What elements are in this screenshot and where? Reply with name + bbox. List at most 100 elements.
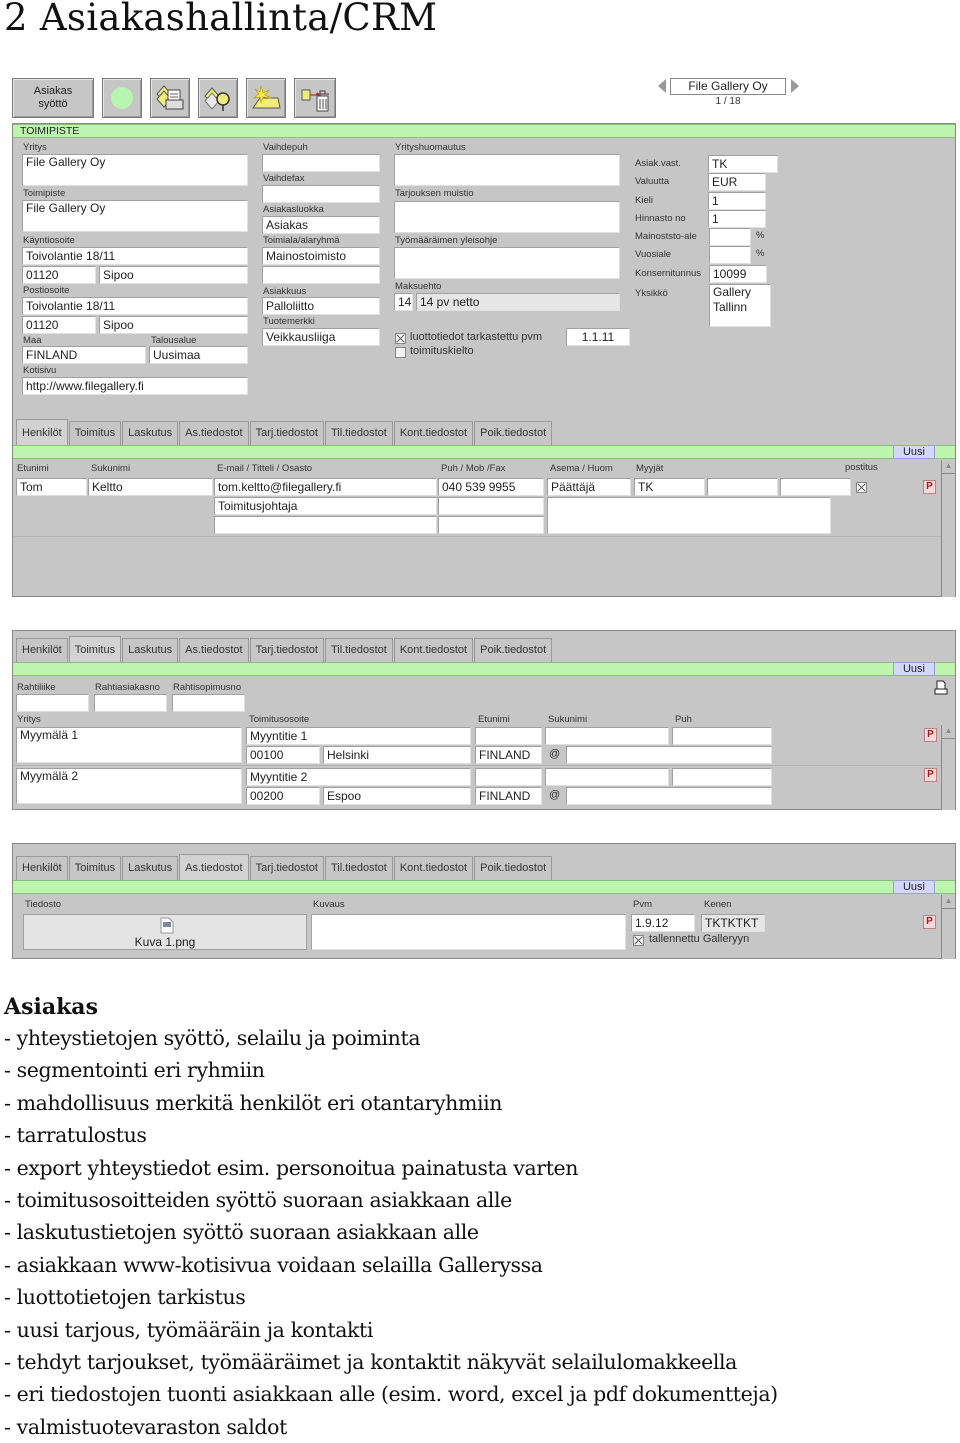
tab-as-tiedostot[interactable]: As.tiedostot — [179, 854, 249, 880]
toimitus-etunimi-field[interactable] — [475, 727, 542, 745]
valuutta-field[interactable]: EUR — [708, 173, 766, 191]
tab-henkilot[interactable]: Henkilöt — [16, 419, 68, 445]
tab-kont-tiedostot[interactable]: Kont.tiedostot — [393, 421, 474, 445]
print-records-button[interactable] — [150, 78, 190, 118]
tab-tarj-tiedostot[interactable]: Tarj.tiedostot — [249, 421, 324, 445]
tarjouksen-muistio-field[interactable] — [394, 201, 620, 233]
uusi-toimitus-button[interactable]: Uusi — [893, 662, 935, 676]
yksikko-field[interactable]: Gallery Tallinn — [709, 284, 771, 327]
tab-kont-tiedostot[interactable]: Kont.tiedostot — [393, 856, 474, 880]
vaihdefax-field[interactable] — [262, 185, 380, 203]
posti-postinumero-field[interactable]: 01120 — [22, 316, 96, 334]
print-icon[interactable] — [934, 680, 948, 696]
mainosala-field[interactable] — [709, 228, 751, 246]
previous-record-arrow-icon[interactable] — [658, 79, 666, 93]
titteli-field[interactable]: Toimitusjohtaja — [214, 497, 437, 515]
rahtisopimusno-field[interactable] — [172, 694, 245, 712]
tab-tarj-tiedostot[interactable]: Tarj.tiedostot — [249, 638, 324, 662]
p-button[interactable]: P — [924, 768, 937, 782]
toimitus-etunimi-field[interactable] — [475, 768, 542, 786]
asiakas-syotto-button[interactable]: Asiakas syöttö — [12, 78, 94, 118]
tab-as-tiedostot[interactable]: As.tiedostot — [179, 421, 249, 445]
new-record-button[interactable] — [246, 78, 286, 118]
tab-poik-tiedostot[interactable]: Poik.tiedostot — [474, 421, 553, 445]
huom-field[interactable] — [547, 497, 831, 534]
tab-poik-tiedostot[interactable]: Poik.tiedostot — [474, 856, 553, 880]
tab-henkilot[interactable]: Henkilöt — [16, 638, 68, 662]
current-record-field[interactable]: File Gallery Oy — [670, 78, 786, 95]
asiakkuus-field[interactable]: Palloliitto — [262, 297, 380, 315]
toimitus-maa-field[interactable]: FINLAND — [475, 787, 542, 805]
delete-record-button[interactable] — [294, 78, 336, 118]
tab-til-tiedostot[interactable]: Til.tiedostot — [324, 638, 393, 662]
myyja-3-field[interactable] — [780, 478, 851, 496]
tab-tarj-tiedostot[interactable]: Tarj.tiedostot — [249, 856, 324, 880]
toimiala-field[interactable]: Mainostoimisto — [262, 247, 380, 265]
postiosoite-field[interactable]: Toivolantie 18/11 — [22, 297, 248, 315]
hinnasto-field[interactable]: 1 — [708, 210, 766, 228]
etunimi-field[interactable]: Tom — [16, 478, 87, 496]
myyja-1-field[interactable]: TK — [634, 478, 705, 496]
next-record-arrow-icon[interactable] — [791, 79, 799, 93]
luottotiedot-checkbox[interactable] — [395, 333, 406, 344]
rahtiliike-field[interactable] — [16, 694, 89, 712]
rahtiasiakasno-field[interactable] — [94, 694, 167, 712]
maksuehto-koodi-field[interactable]: 14 — [394, 293, 413, 311]
toimipiste-field[interactable]: File Gallery Oy — [22, 200, 248, 232]
kieli-field[interactable]: 1 — [708, 192, 766, 210]
toimitus-puh-field[interactable] — [672, 768, 772, 786]
osasto-field[interactable] — [214, 516, 437, 534]
tab-toimitus[interactable]: Toimitus — [68, 636, 122, 662]
search-records-button[interactable] — [198, 78, 238, 118]
toimitus-email-field[interactable] — [566, 746, 772, 764]
mob-field[interactable] — [438, 497, 544, 515]
maksuehto-field[interactable]: 14 pv netto — [416, 293, 620, 311]
p-button[interactable]: P — [924, 728, 937, 742]
toimituskielto-checkbox[interactable] — [395, 347, 406, 358]
tab-til-tiedostot[interactable]: Til.tiedostot — [324, 856, 393, 880]
tab-poik-tiedostot[interactable]: Poik.tiedostot — [474, 638, 553, 662]
sukunimi-field[interactable]: Keltto — [88, 478, 213, 496]
tallennettu-checkbox[interactable] — [633, 935, 644, 946]
uusi-henkilo-button[interactable]: Uusi — [893, 445, 935, 459]
scroll-up-arrow-icon[interactable]: ▲ — [942, 895, 955, 909]
tab-kont-tiedostot[interactable]: Kont.tiedostot — [393, 638, 474, 662]
pvm-field[interactable]: 1.9.12 — [631, 914, 695, 932]
maa-field[interactable]: FINLAND — [22, 346, 146, 364]
kenen-field[interactable]: TKTKTKT — [701, 914, 765, 932]
kaynti-postinumero-field[interactable]: 01120 — [22, 266, 96, 284]
toimitus-postinumero-field[interactable]: 00200 — [246, 787, 320, 805]
tiedostot-scrollbar[interactable]: ▲ — [941, 895, 955, 959]
kayntiosoite-field[interactable]: Toivolantie 18/11 — [22, 247, 248, 265]
toimitus-sukunimi-field[interactable] — [545, 768, 669, 786]
asiakasluokka-field[interactable]: Asiakas — [262, 216, 380, 234]
puh-field[interactable]: 040 539 9955 — [438, 478, 544, 496]
tab-toimitus[interactable]: Toimitus — [68, 421, 122, 445]
tiedosto-container[interactable]: Kuva 1.png — [23, 914, 307, 950]
asiak-vast-field[interactable]: TK — [708, 155, 778, 173]
asema-field[interactable]: Päättäjä — [547, 478, 631, 496]
kaynti-kaupunki-field[interactable]: Sipoo — [99, 266, 248, 284]
tab-toimitus[interactable]: Toimitus — [68, 856, 122, 880]
tab-til-tiedostot[interactable]: Til.tiedostot — [324, 421, 393, 445]
status-button[interactable] — [102, 78, 142, 118]
toimitus-postinumero-field[interactable]: 00100 — [246, 746, 320, 764]
tab-laskutus[interactable]: Laskutus — [122, 638, 179, 662]
toimitus-kaupunki-field[interactable]: Helsinki — [323, 746, 471, 764]
posti-kaupunki-field[interactable]: Sipoo — [99, 316, 248, 334]
talousalue-field[interactable]: Uusimaa — [149, 346, 248, 364]
luottotiedot-pvm-field[interactable]: 1.1.11 — [566, 328, 630, 346]
yrityshuomautus-field[interactable] — [394, 154, 620, 186]
myyja-2-field[interactable] — [707, 478, 778, 496]
toimitus-yritys-field[interactable]: Myymälä 2 — [16, 768, 242, 804]
tuotemerkki-field[interactable]: Veikkausliiga — [262, 328, 380, 346]
toimitus-sukunimi-field[interactable] — [545, 727, 669, 745]
toimitus-maa-field[interactable]: FINLAND — [475, 746, 542, 764]
toimitus-kaupunki-field[interactable]: Espoo — [323, 787, 471, 805]
tab-as-tiedostot[interactable]: As.tiedostot — [179, 638, 249, 662]
p-button[interactable]: P — [923, 915, 936, 929]
henkilot-scrollbar[interactable]: ▲ — [941, 460, 955, 597]
scroll-up-arrow-icon[interactable]: ▲ — [942, 460, 955, 474]
toimitus-puh-field[interactable] — [672, 727, 772, 745]
toimitus-yritys-field[interactable]: Myymälä 1 — [16, 727, 242, 763]
